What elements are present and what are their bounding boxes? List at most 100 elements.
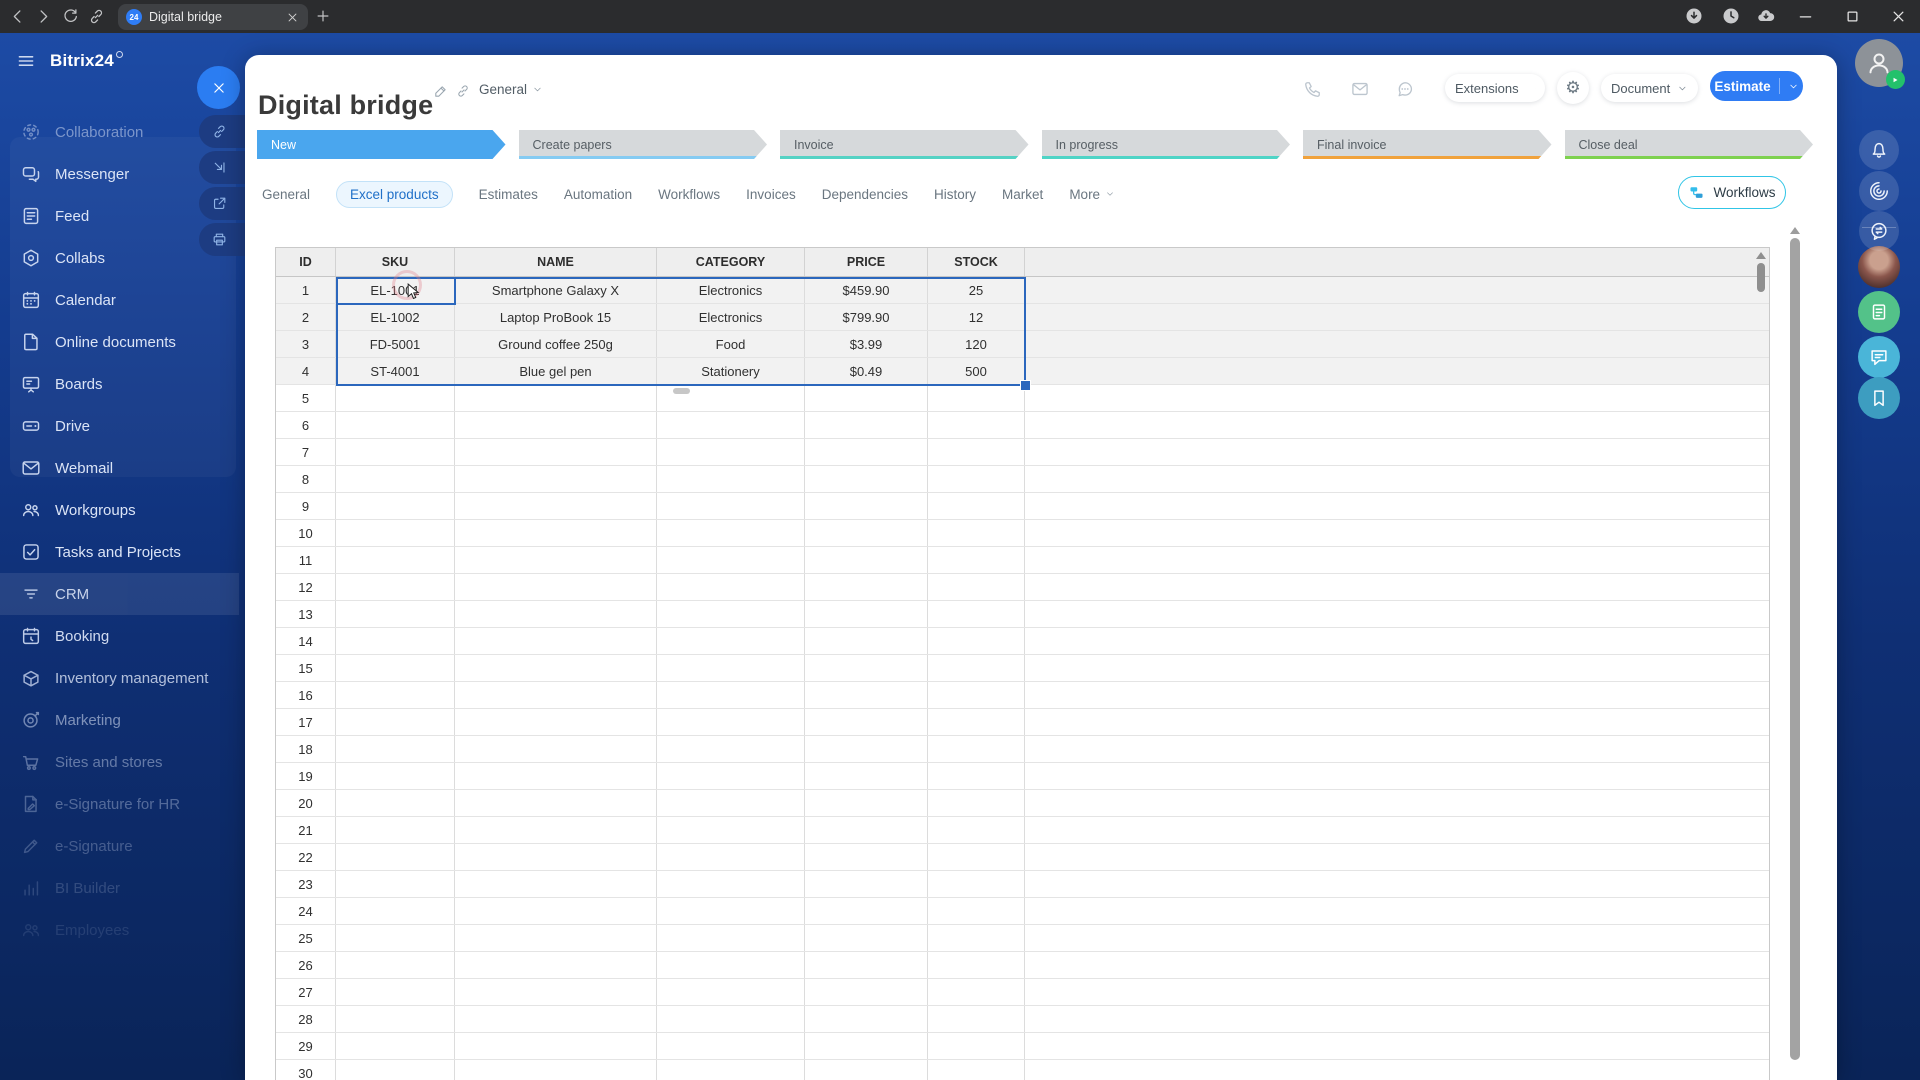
sidebar-item-crm[interactable]: CRM: [0, 573, 239, 615]
sheet-cell[interactable]: [455, 790, 657, 816]
tab-automation[interactable]: Automation: [564, 187, 632, 202]
browser-forward-icon[interactable]: [34, 7, 53, 26]
pipeline-selector[interactable]: General: [479, 82, 543, 97]
sheet-cell[interactable]: [928, 628, 1025, 654]
sheet-cell[interactable]: [657, 952, 805, 978]
sheet-cell[interactable]: [336, 412, 455, 438]
browser-reload-icon[interactable]: [61, 7, 80, 26]
sheet-cell[interactable]: [928, 898, 1025, 924]
sheet-cell[interactable]: ST-4001: [336, 358, 455, 384]
sheet-cell[interactable]: [455, 1033, 657, 1059]
sheet-row[interactable]: 29: [276, 1033, 1769, 1060]
sheet-cell[interactable]: [928, 817, 1025, 843]
sheet-row[interactable]: 6: [276, 412, 1769, 439]
sidebar-item-webmail[interactable]: Webmail: [0, 447, 239, 489]
sheet-cell[interactable]: [336, 574, 455, 600]
sheet-cell[interactable]: [336, 709, 455, 735]
sheet-cell[interactable]: [455, 601, 657, 627]
stage-final-invoice[interactable]: Final invoice: [1303, 130, 1552, 159]
sheet-cell[interactable]: 120: [928, 331, 1025, 357]
sheet-cell[interactable]: [928, 466, 1025, 492]
rail-chats[interactable]: [1857, 336, 1900, 378]
sheet-cell[interactable]: [336, 844, 455, 870]
sheet-cell[interactable]: [657, 1033, 805, 1059]
sheet-cell[interactable]: [657, 682, 805, 708]
stage-close-deal[interactable]: Close deal: [1565, 130, 1814, 159]
sidebar-item-boards[interactable]: Boards: [0, 363, 239, 405]
sheet-cell[interactable]: Laptop ProBook 15: [455, 304, 657, 330]
profile-avatar[interactable]: [1854, 39, 1905, 89]
sheet-cell[interactable]: [455, 871, 657, 897]
sheet-cell[interactable]: [928, 601, 1025, 627]
sheet-cell[interactable]: $799.90: [805, 304, 928, 330]
sheet-row[interactable]: 19: [276, 763, 1769, 790]
sheet-cell[interactable]: [455, 898, 657, 924]
sheet-cell[interactable]: 9: [276, 493, 336, 519]
sheet-cell[interactable]: [805, 844, 928, 870]
panel-scrollbar[interactable]: [1789, 227, 1801, 1080]
copy-link-button[interactable]: [199, 115, 245, 148]
sheet-cell[interactable]: 12: [928, 304, 1025, 330]
sheet-cell[interactable]: 21: [276, 817, 336, 843]
sheet-cell[interactable]: [336, 925, 455, 951]
sheet-cell[interactable]: [455, 763, 657, 789]
sheet-cell[interactable]: [336, 952, 455, 978]
sheet-cell[interactable]: [336, 385, 455, 411]
sheet-cell[interactable]: [805, 979, 928, 1005]
sidebar-item-tasks-and-projects[interactable]: Tasks and Projects: [0, 531, 239, 573]
sheet-cell[interactable]: 4: [276, 358, 336, 384]
sheet-cell[interactable]: [336, 682, 455, 708]
sheet-cell[interactable]: [805, 952, 928, 978]
sheet-row[interactable]: 27: [276, 979, 1769, 1006]
workflows-button[interactable]: Workflows: [1678, 176, 1786, 209]
sheet-cell[interactable]: [657, 790, 805, 816]
sheet-row[interactable]: 2 EL-1002 Laptop ProBook 15 Electronics $799…: [276, 304, 1769, 331]
sheet-cell[interactable]: [805, 385, 928, 411]
sheet-cell[interactable]: 26: [276, 952, 336, 978]
sidebar-item-online-documents[interactable]: Online documents: [0, 321, 239, 363]
panel-scroll-thumb[interactable]: [1790, 238, 1800, 1060]
cloud-icon[interactable]: [1756, 6, 1776, 26]
sheet-cell[interactable]: [455, 952, 657, 978]
sheet-cell[interactable]: [928, 439, 1025, 465]
sheet-row[interactable]: 25: [276, 925, 1769, 952]
sheet-row[interactable]: 17: [276, 709, 1769, 736]
tab-more[interactable]: More: [1069, 187, 1115, 202]
sheet-cell[interactable]: [455, 979, 657, 1005]
sheet-cell[interactable]: [657, 817, 805, 843]
sheet-cell[interactable]: 8: [276, 466, 336, 492]
window-maximize-icon[interactable]: [1843, 7, 1862, 26]
rail-bookmarks[interactable]: [1857, 377, 1900, 419]
sheet-cell[interactable]: [455, 1060, 657, 1080]
sheet-cell[interactable]: 6: [276, 412, 336, 438]
sidebar-item-e-signature[interactable]: e-Signature: [0, 825, 239, 867]
sheet-cell[interactable]: [657, 466, 805, 492]
sheet-cell[interactable]: [928, 1033, 1025, 1059]
tab-workflows[interactable]: Workflows: [658, 187, 720, 202]
sheet-cell[interactable]: [455, 547, 657, 573]
sheet-cell[interactable]: [455, 493, 657, 519]
sheet-cell[interactable]: [336, 439, 455, 465]
sheet-row[interactable]: 10: [276, 520, 1769, 547]
call-icon[interactable]: [1303, 79, 1323, 99]
sheet-cell[interactable]: 30: [276, 1060, 336, 1080]
sheet-cell[interactable]: [928, 493, 1025, 519]
print-button[interactable]: [199, 223, 245, 256]
sheet-cell[interactable]: [455, 628, 657, 654]
tab-market[interactable]: Market: [1002, 187, 1043, 202]
tab-general[interactable]: General: [262, 187, 310, 202]
sheet-cell[interactable]: [336, 493, 455, 519]
sheet-cell[interactable]: 23: [276, 871, 336, 897]
sheet-cell[interactable]: [336, 979, 455, 1005]
sheet-cell[interactable]: [928, 790, 1025, 816]
contact-avatar[interactable]: [1857, 246, 1900, 288]
sheet-cell[interactable]: [805, 682, 928, 708]
extensions-button[interactable]: Extensions: [1445, 74, 1545, 102]
sidebar-item-booking[interactable]: Booking: [0, 615, 239, 657]
collapse-button[interactable]: [199, 151, 245, 184]
sheet-cell[interactable]: [805, 763, 928, 789]
sheet-cell[interactable]: [805, 898, 928, 924]
sheet-cell[interactable]: [805, 871, 928, 897]
column-header-sku[interactable]: SKU: [336, 248, 455, 276]
sheet-cell[interactable]: [805, 1060, 928, 1080]
